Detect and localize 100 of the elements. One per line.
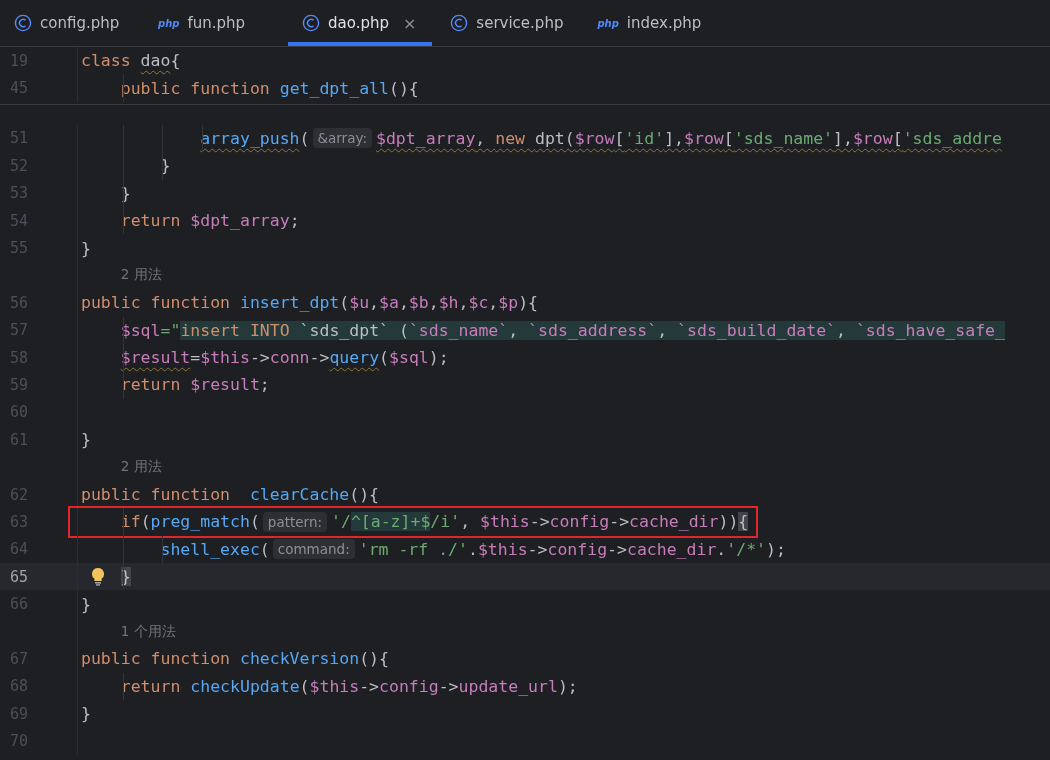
code-token: return <box>120 211 182 231</box>
code-token: $b <box>408 293 429 313</box>
code-token: } <box>81 704 91 724</box>
code-token: [ <box>614 128 625 148</box>
class-icon <box>14 14 32 32</box>
code-token: `sds_build_date` <box>677 320 837 340</box>
code-token: conn <box>269 348 310 368</box>
code-token: $row <box>684 128 724 148</box>
lightbulb-icon[interactable] <box>91 567 105 587</box>
code-token: checkVersion <box>239 649 360 669</box>
code-token: . <box>716 539 727 559</box>
code-token: public function <box>81 485 231 505</box>
code-token: public function <box>81 293 231 313</box>
close-icon[interactable]: × <box>402 13 417 33</box>
code-token: -> <box>607 539 627 559</box>
code-token: -> <box>529 512 550 532</box>
code-token: (){ <box>389 78 419 98</box>
code-token: } <box>81 594 91 614</box>
class-icon <box>302 14 320 32</box>
code-token: -> <box>309 348 330 368</box>
code-token: , <box>458 293 469 313</box>
code-token: (){ <box>359 649 389 669</box>
code-token: -> <box>438 676 459 696</box>
code-token: ( <box>259 539 270 559</box>
file-tab[interactable]: config.php <box>0 0 140 46</box>
code-token: 'id' <box>624 128 665 148</box>
code-token: $sql <box>120 320 161 340</box>
code-token: $row <box>852 128 893 148</box>
code-token: config <box>547 539 608 559</box>
code-token: [ <box>723 128 734 148</box>
class-icon <box>450 14 469 32</box>
code-token: get_dpt_all <box>279 78 389 98</box>
code-token: query <box>329 348 380 368</box>
code-token: $result <box>190 375 260 395</box>
code-token: } <box>81 238 91 258</box>
code-token: dpt( <box>534 128 575 148</box>
code-token: /i' <box>430 512 461 532</box>
code-token: 'sds_name' <box>733 128 834 148</box>
code-token: = <box>190 348 201 368</box>
code-token: $this <box>477 539 528 559</box>
code-token: $this <box>309 676 360 696</box>
code-token: update_url <box>458 676 558 696</box>
php-file-icon: php <box>158 17 180 29</box>
code-token: , <box>369 293 380 313</box>
tab-label: index.php <box>626 14 702 32</box>
code-token: $row <box>574 128 615 148</box>
file-tab[interactable]: php index.php <box>583 0 724 46</box>
code-token: shell_exec <box>160 539 260 559</box>
code-token: cache_dir <box>629 512 719 532</box>
code-token: `sds_name` <box>408 320 509 340</box>
usage-count[interactable]: 1 个用法 <box>120 622 176 641</box>
code-token: [ <box>892 128 903 148</box>
code-token: , <box>460 512 472 532</box>
code-token: 'rm -rf ./' <box>358 539 468 559</box>
code-token: $h <box>438 293 459 313</box>
file-tab[interactable]: service.php <box>436 0 580 46</box>
code-token: -> <box>249 348 270 368</box>
code-token: $a <box>379 293 399 313</box>
usage-count[interactable]: 2 用法 <box>120 458 162 477</box>
code-token: $sql <box>389 348 429 368</box>
code-token: ){ <box>518 293 539 313</box>
code-token: $p <box>498 293 519 313</box>
code-token: config <box>379 676 439 696</box>
file-tab[interactable]: php fun.php <box>144 0 284 46</box>
code-token: ( <box>339 293 350 313</box>
code-token: , <box>398 293 409 313</box>
code-token: ( <box>249 512 260 532</box>
code-token: insert INTO <box>180 320 300 340</box>
php-file-icon: php <box>597 17 619 29</box>
parameter-hint: command: <box>272 539 355 560</box>
code-token: , <box>657 320 678 340</box>
code-token: (){ <box>349 485 380 505</box>
code-token: public function <box>81 649 231 669</box>
code-token: `sds_dpt` ( <box>299 320 409 340</box>
code-token: `sds_have_safe_ <box>855 320 1005 340</box>
code-token: $u <box>349 293 370 313</box>
code-token: )) <box>718 512 739 532</box>
code-token: insert_dpt <box>239 293 340 313</box>
code-token: checkUpdate <box>190 676 300 696</box>
parameter-hint: pattern: <box>262 511 327 532</box>
file-tab[interactable]: dao.php × <box>288 0 433 46</box>
code-token: , <box>488 293 499 313</box>
code-token: , <box>836 320 856 340</box>
code-token: class <box>81 51 132 71</box>
code-token: ); <box>428 348 449 368</box>
code-token: , <box>428 293 439 313</box>
tab-label: dao.php <box>328 14 389 32</box>
code-token: return <box>120 375 182 395</box>
code-token: { <box>170 51 181 71</box>
code-token: ( <box>299 128 310 148</box>
tab-label: service.php <box>476 14 564 32</box>
code-token: array_push <box>200 128 300 148</box>
code-token: preg_match <box>150 512 250 532</box>
code-token: config <box>549 512 610 532</box>
usage-count[interactable]: 2 用法 <box>120 266 162 285</box>
code-token: , <box>475 128 487 148</box>
code-token: if <box>120 512 141 532</box>
code-token: ; <box>289 211 300 231</box>
code-token: ( <box>379 348 389 368</box>
code-token: '/ <box>331 512 351 532</box>
